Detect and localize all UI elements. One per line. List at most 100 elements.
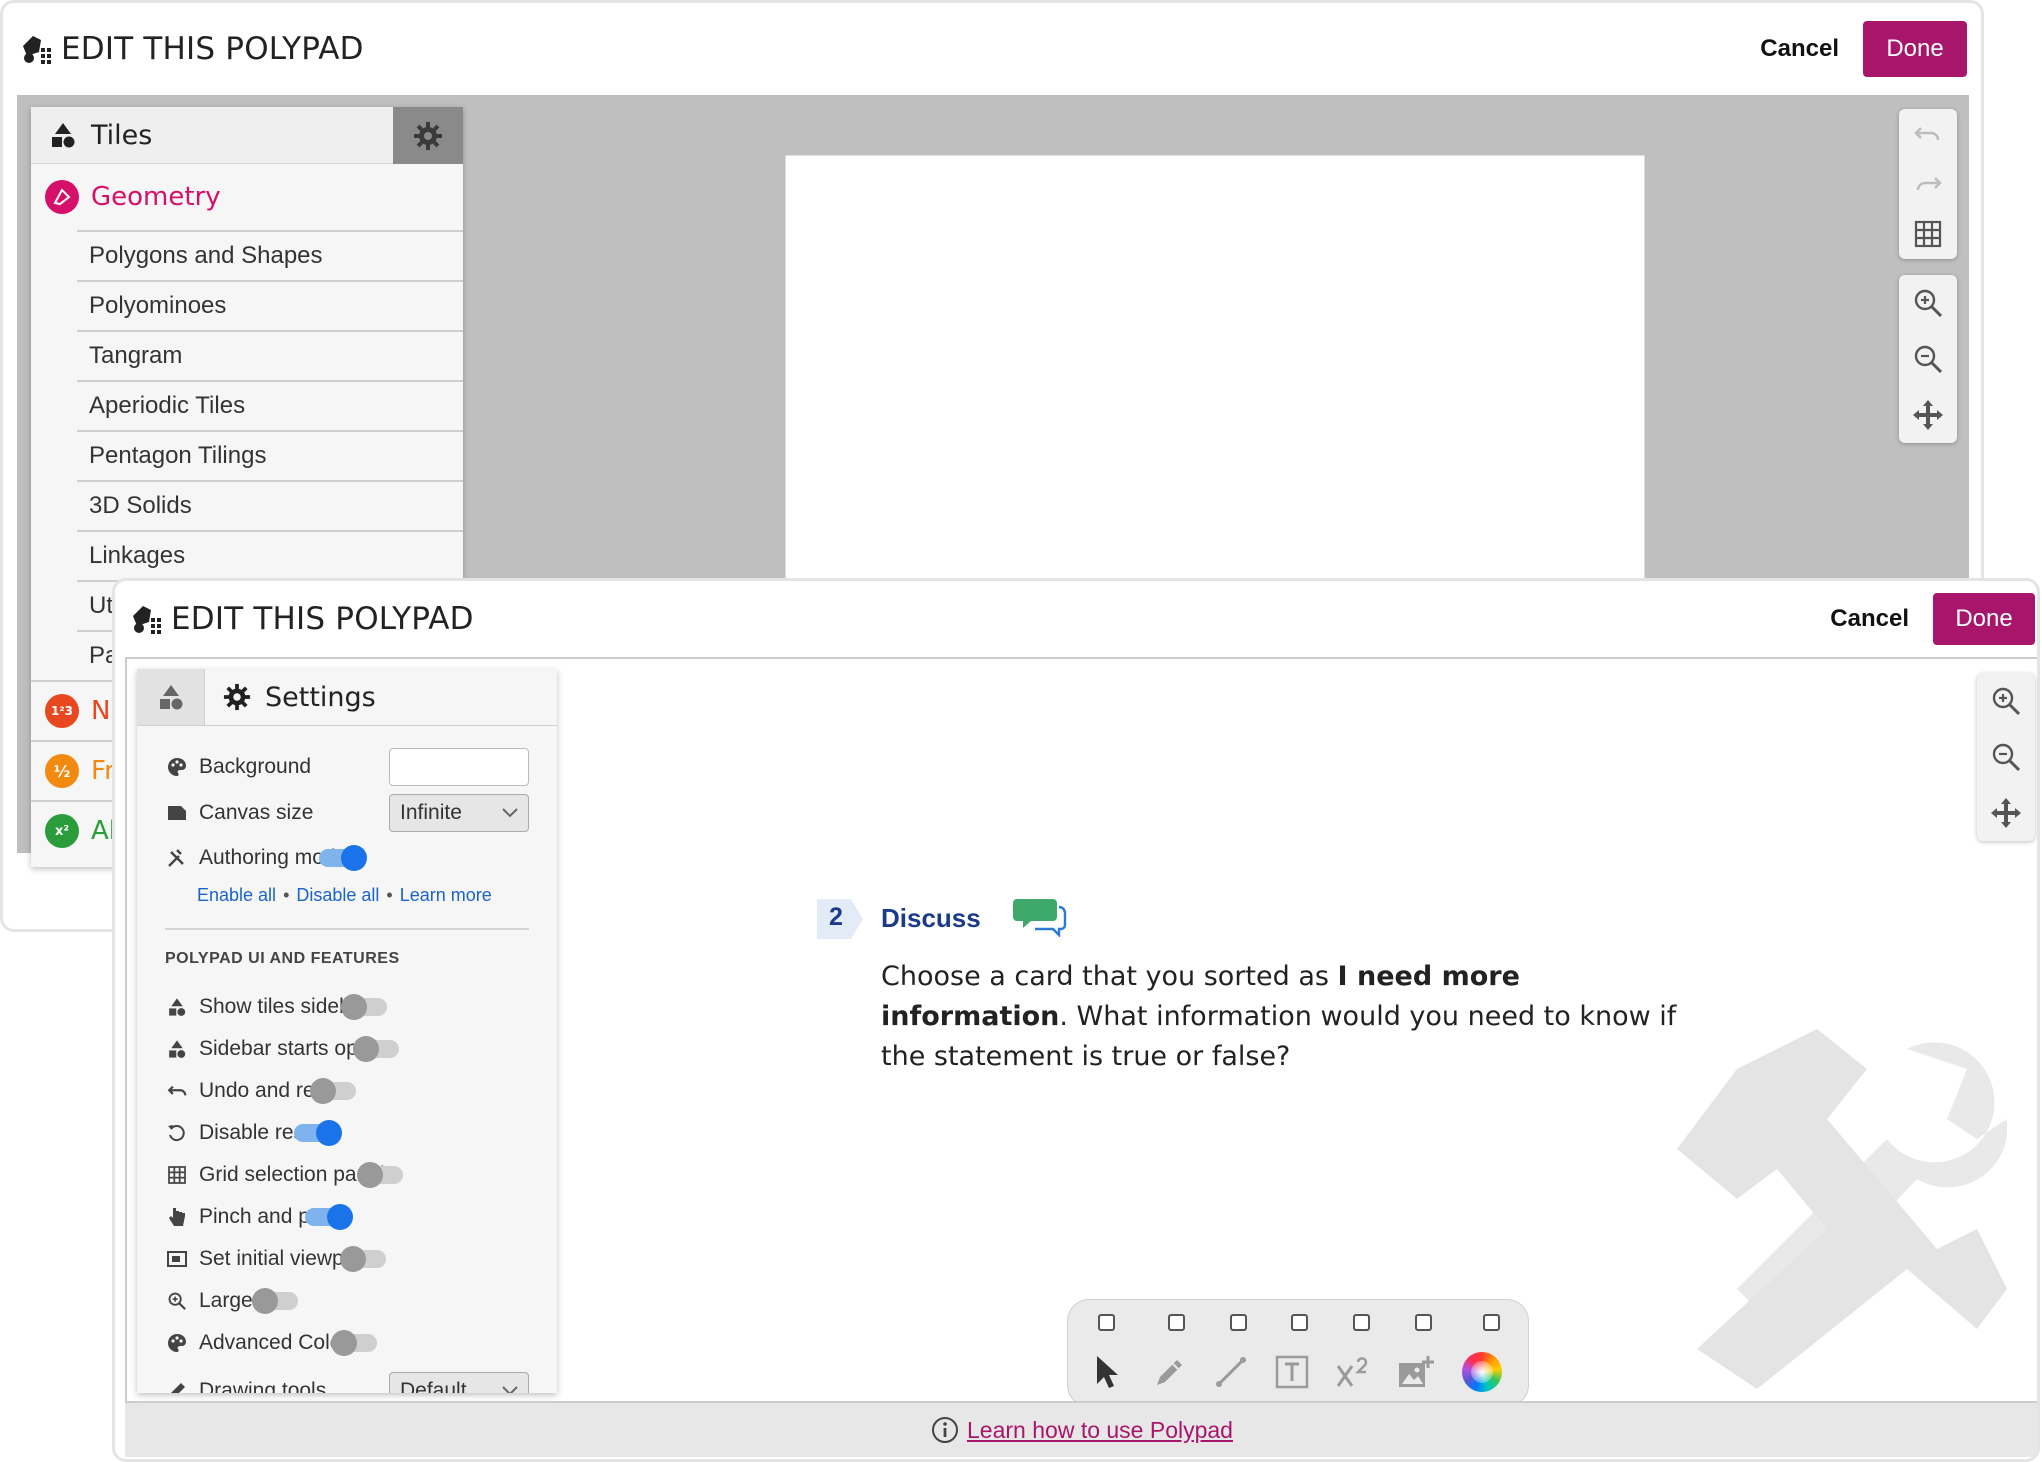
learn-polypad-link[interactable]: Learn how to use Polypad <box>967 1417 1233 1444</box>
zoom-out-button[interactable] <box>1977 729 2035 785</box>
numbers-icon: 1²3 <box>45 694 79 728</box>
canvas-size-select[interactable]: Infinite <box>389 794 529 832</box>
pen-icon <box>1157 1360 1182 1385</box>
color-picker-button[interactable] <box>1460 1350 1504 1394</box>
reset-icon <box>167 1123 193 1143</box>
gear-icon <box>223 683 251 711</box>
palette-icon <box>167 1333 193 1353</box>
front-header: EDIT THIS POLYPAD Cancel Done <box>115 581 2037 657</box>
setting-drawing-tools: Drawing tools Default <box>137 1368 557 1393</box>
tab-settings[interactable]: Settings <box>205 669 557 725</box>
feature-toggle[interactable] <box>305 1204 354 1230</box>
pan-button[interactable] <box>1977 785 2035 841</box>
feature-initial-viewport: Set initial viewport <box>137 1238 557 1280</box>
pan-button[interactable] <box>1899 387 1957 443</box>
feature-toggle[interactable] <box>340 1246 387 1272</box>
front-window-title: EDIT THIS POLYPAD <box>171 601 474 637</box>
category-geometry-label: Geometry <box>91 182 221 212</box>
algebra-icon: x² <box>45 814 79 848</box>
enable-all-link[interactable]: Enable all <box>197 885 276 906</box>
back-cancel-button[interactable]: Cancel <box>1760 35 1839 63</box>
tool-checkbox[interactable] <box>1353 1314 1370 1331</box>
undo-icon <box>167 1082 193 1100</box>
sidebar-item[interactable]: Linkages <box>77 530 463 580</box>
zoom-in-button[interactable] <box>1899 275 1957 331</box>
background-color-input[interactable] <box>389 748 529 786</box>
disable-all-link[interactable]: Disable all <box>296 885 379 906</box>
discuss-text-before: Choose a card that you sorted as <box>881 961 1338 992</box>
drawing-tools-value: Default <box>400 1379 467 1393</box>
drawing-tools-select[interactable]: Default <box>389 1372 529 1393</box>
polypad-logo-icon <box>129 602 163 636</box>
redo-button[interactable] <box>1899 159 1957 209</box>
feature-toggle[interactable] <box>353 1036 400 1062</box>
front-editor-window: EDIT THIS POLYPAD Cancel Done Settings B… <box>112 578 2040 1462</box>
discuss-text: Choose a card that you sorted as I need … <box>881 957 1681 1077</box>
line-tool-button[interactable] <box>1209 1350 1253 1394</box>
front-cancel-button[interactable]: Cancel <box>1830 605 1909 633</box>
select-tool-button[interactable] <box>1084 1350 1128 1394</box>
tool-checkbox[interactable] <box>1098 1314 1115 1331</box>
zoom-icon <box>167 1291 193 1311</box>
viewport-icon <box>167 1250 193 1268</box>
canvas-paper[interactable] <box>785 155 1645 615</box>
sidebar-item[interactable]: 3D Solids <box>77 480 463 530</box>
settings-panel: Settings Background Canvas size Infinite… <box>137 669 557 1393</box>
grid-icon <box>167 1165 193 1185</box>
chevron-down-icon <box>502 808 518 818</box>
pen-tool-button[interactable] <box>1148 1350 1192 1394</box>
feature-advanced-colors: Advanced Colors <box>137 1322 557 1364</box>
zoom-in-icon <box>1914 289 1943 318</box>
tool-checkbox[interactable] <box>1230 1314 1247 1331</box>
zoom-out-button[interactable] <box>1899 331 1957 387</box>
front-done-button[interactable]: Done <box>1933 593 2035 645</box>
zoom-out-icon <box>1992 743 2021 772</box>
feature-disable-reset: Disable reset <box>137 1112 557 1154</box>
equation-tool-button[interactable] <box>1332 1350 1376 1394</box>
info-icon <box>932 1417 959 1443</box>
text-box-icon <box>1275 1355 1309 1389</box>
pan-arrows-icon <box>1913 400 1943 430</box>
setting-canvas-size: Canvas size Infinite <box>137 790 557 836</box>
zoom-in-icon <box>1992 687 2021 716</box>
image-tool-button[interactable] <box>1394 1350 1438 1394</box>
feature-toggle[interactable] <box>251 1288 298 1314</box>
feature-toggle[interactable] <box>330 1330 377 1356</box>
sidebar-item[interactable]: Aperiodic Tiles <box>77 380 463 430</box>
shapes-icon <box>167 1039 193 1059</box>
feature-toggle[interactable] <box>341 994 388 1020</box>
tool-checkbox[interactable] <box>1415 1314 1432 1331</box>
feature-toggle[interactable] <box>293 1120 342 1146</box>
discuss-chat-icon <box>1013 895 1067 941</box>
link-separator: • <box>386 884 393 905</box>
undo-button[interactable] <box>1899 109 1957 159</box>
zoom-in-button[interactable] <box>1977 673 2035 729</box>
tool-checkbox[interactable] <box>1483 1314 1500 1331</box>
line-icon <box>1216 1357 1246 1387</box>
discuss-number: 2 <box>829 903 843 931</box>
tool-checkbox[interactable] <box>1291 1314 1308 1331</box>
feature-pinch-pan: Pinch and pan <box>137 1196 557 1238</box>
learn-more-link[interactable]: Learn more <box>400 885 492 906</box>
feature-grid-selection: Grid selection panel <box>137 1154 557 1196</box>
back-done-button[interactable]: Done <box>1863 21 1967 77</box>
sidebar-item[interactable]: Pentagon Tilings <box>77 430 463 480</box>
feature-toggle[interactable] <box>309 1078 356 1104</box>
sidebar-item[interactable]: Tangram <box>77 330 463 380</box>
tiles-sidebar-header[interactable]: Tiles <box>31 107 463 164</box>
grid-button[interactable] <box>1899 209 1957 259</box>
drawing-tools-label: Drawing tools <box>199 1379 327 1393</box>
canvas-size-label: Canvas size <box>199 801 314 824</box>
settings-tab-label: Settings <box>265 681 376 713</box>
tab-tiles[interactable] <box>137 669 205 725</box>
tool-checkbox[interactable] <box>1168 1314 1185 1331</box>
feature-toggle[interactable] <box>356 1162 403 1188</box>
sidebar-item[interactable]: Polygons and Shapes <box>77 230 463 280</box>
text-tool-button[interactable] <box>1270 1350 1314 1394</box>
footer-bar: Learn how to use Polypad <box>125 1401 2037 1457</box>
sidebar-item[interactable]: Polyominoes <box>77 280 463 330</box>
sidebar-settings-button[interactable] <box>393 107 463 164</box>
authoring-mode-toggle[interactable] <box>319 845 368 871</box>
category-geometry[interactable]: Geometry <box>31 164 463 230</box>
front-canvas-stage[interactable]: Settings Background Canvas size Infinite… <box>125 657 2037 1407</box>
